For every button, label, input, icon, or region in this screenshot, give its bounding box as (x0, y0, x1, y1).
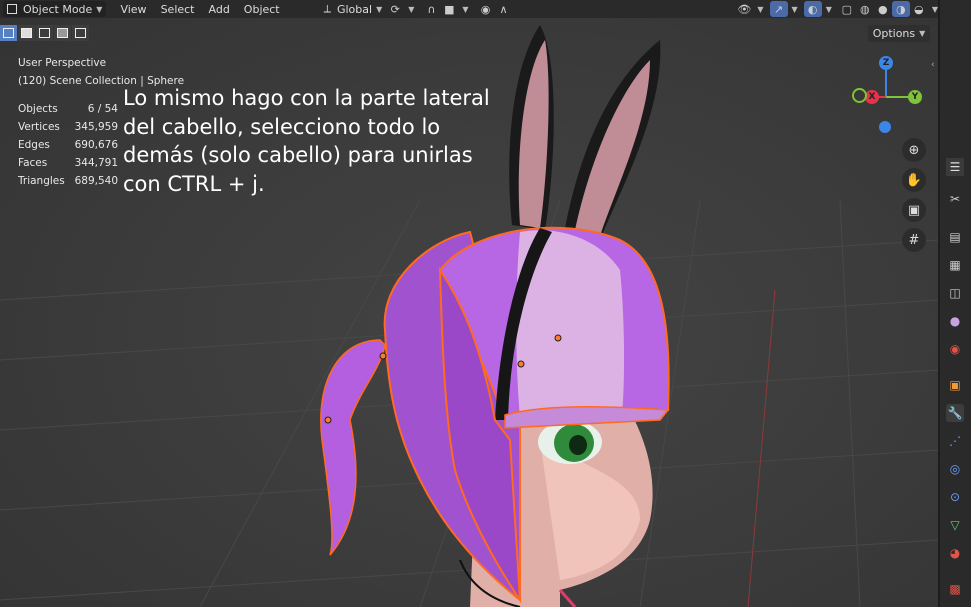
snap-magnet-icon[interactable]: ∩ (422, 1, 440, 17)
object-icon[interactable]: ▣ (946, 376, 964, 394)
object-mode-icon (7, 4, 17, 14)
grid-icon[interactable]: # (902, 228, 926, 252)
overlay-toggle-icon[interactable]: ◐ (803, 1, 822, 17)
chevron-down-icon[interactable]: ▼ (408, 5, 414, 14)
y-axis-handle[interactable]: Y (908, 90, 922, 104)
neg-z-axis-handle[interactable] (879, 121, 891, 133)
scene-icon[interactable]: ● (946, 312, 964, 330)
chevron-down-icon[interactable]: ▼ (462, 5, 468, 14)
view-layer-icon[interactable]: ◫ (946, 284, 964, 302)
options-label: Options (872, 27, 916, 40)
select-intersect-icon[interactable] (72, 25, 89, 41)
chevron-down-icon: ▼ (919, 29, 926, 38)
x-axis-handle[interactable]: X (865, 90, 879, 104)
select-extend-icon[interactable] (18, 25, 35, 41)
visibility-eye-icon[interactable]: 👁 (735, 1, 753, 17)
render-icon[interactable]: ▤ (946, 228, 964, 246)
orientation-dropdown[interactable]: ⟂ Global ▼ (320, 1, 387, 17)
select-mode-toolbar (0, 25, 90, 41)
z-axis-handle[interactable]: Z (879, 56, 893, 70)
ponytail (320, 339, 386, 556)
wrench-modifier-icon[interactable]: 🔧 (946, 404, 964, 422)
camera-icon[interactable]: ▣ (902, 198, 926, 222)
navigation-gizmo[interactable]: Z Y X (850, 55, 930, 135)
display-mode-icon[interactable]: ☰ (946, 158, 964, 176)
menu-add[interactable]: Add (209, 3, 230, 16)
world-icon[interactable]: ◉ (946, 340, 964, 358)
select-difference-icon[interactable] (54, 25, 71, 41)
orientation-label: Global (336, 2, 373, 16)
chevron-down-icon[interactable]: ▼ (826, 5, 832, 14)
chevron-down-icon: ▼ (376, 4, 383, 14)
wireframe-shading-icon[interactable]: ◍ (856, 1, 874, 17)
select-subtract-icon[interactable] (36, 25, 53, 41)
chevron-down-icon: ▼ (96, 4, 103, 14)
tool-icon[interactable]: ✂ (946, 190, 964, 208)
menu-object[interactable]: Object (244, 3, 280, 16)
pivot-point-icon[interactable]: ⟳ (386, 1, 404, 17)
material-icon[interactable]: ◕ (946, 544, 964, 562)
neg-y-axis-handle[interactable] (852, 88, 867, 103)
particles-icon[interactable]: ⋰ (946, 432, 964, 450)
material-shading-icon[interactable]: ◑ (891, 1, 910, 17)
chevron-down-icon[interactable]: ▼ (792, 5, 798, 14)
3d-viewport[interactable]: Object Mode ▼ View Select Add Object ⟂ G… (0, 0, 938, 607)
rendered-shading-icon[interactable]: ◒ (910, 1, 928, 17)
falloff-icon[interactable]: ∧ (495, 1, 513, 17)
data-icon[interactable]: ▽ (946, 516, 964, 534)
options-dropdown[interactable]: Options ▼ (868, 25, 930, 42)
menu-select[interactable]: Select (161, 3, 195, 16)
hand-pan-icon[interactable]: ✋ (902, 168, 926, 192)
viewport-header: Object Mode ▼ View Select Add Object ⟂ G… (0, 0, 938, 18)
constraints-icon[interactable]: ⊙ (946, 488, 964, 506)
xray-icon[interactable]: ▢ (838, 1, 856, 17)
proportional-edit-icon[interactable]: ◉ (477, 1, 495, 17)
view-name: User Perspective (18, 57, 107, 69)
mode-dropdown[interactable]: Object Mode ▼ (3, 1, 107, 17)
solid-shading-icon[interactable]: ● (874, 1, 892, 17)
tutorial-annotation: Lo mismo hago con la parte lateral del c… (123, 86, 490, 196)
transform-orientation-icon: ⟂ (323, 2, 331, 15)
menu-view[interactable]: View (120, 3, 146, 16)
chevron-down-icon[interactable]: ▼ (757, 5, 763, 14)
sidebar-toggle-icon[interactable]: ‹ (931, 60, 935, 70)
gizmo-toggle-icon[interactable]: ↗ (769, 1, 788, 17)
zoom-icon[interactable]: ⊕ (902, 138, 926, 162)
output-icon[interactable]: ▦ (946, 256, 964, 274)
mode-label: Object Mode (23, 2, 93, 16)
x-axis-line (747, 289, 776, 607)
select-new-icon[interactable] (0, 25, 17, 41)
physics-icon[interactable]: ◎ (946, 460, 964, 478)
snap-target-icon[interactable]: ■ (440, 1, 458, 17)
texture-icon[interactable]: ▩ (946, 580, 964, 598)
